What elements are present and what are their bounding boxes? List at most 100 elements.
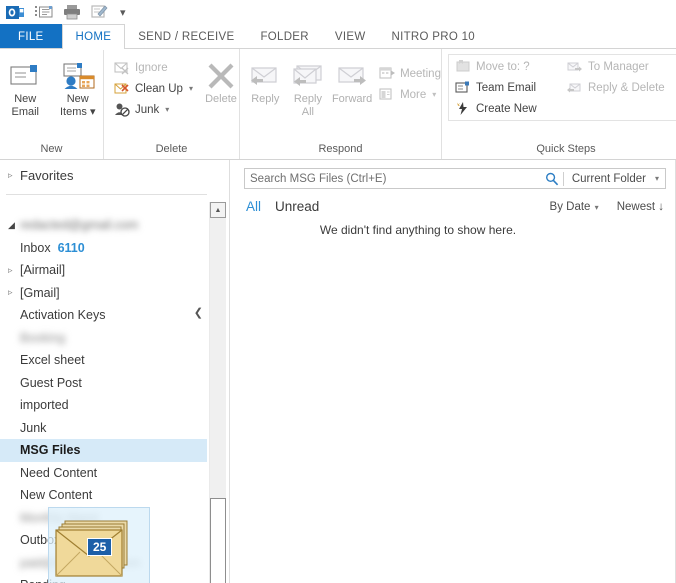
folder-imported[interactable]: imported [0,394,207,417]
ignore-button[interactable]: Ignore [110,57,193,78]
quick-step-move-to-label: Move to: ? [476,60,530,73]
navigation-pane: ▹ Favorites ❮ ◢ redacted@gmail.com Inbox… [0,160,230,583]
sort-order-toggle[interactable]: Newest ↓ [617,201,664,213]
quick-step-create-new[interactable]: Create New [451,98,563,119]
reply-delete-icon [566,79,583,96]
meeting-button[interactable]: Meeting [375,63,441,84]
ignore-icon [113,59,130,76]
folder-blurred-2[interactable]: Monthly Mgmt [0,507,207,530]
folder-msg-files[interactable]: MSG Files [0,439,207,462]
quick-access-toolbar: ▾ [0,0,676,24]
folder-blurred-2-label: Monthly Mgmt [20,510,99,525]
more-button[interactable]: More ▾ [375,84,441,105]
ribbon-group-quick-steps: Move to: ? Team Email Create New To Mana… [441,49,676,159]
search-scope-label: Current Folder [571,172,646,185]
new-items-icon [60,59,96,93]
nav-pane-scrollbar[interactable]: ▲ [209,202,226,583]
folder-outbox[interactable]: Outbox [0,529,207,552]
to-manager-icon [566,58,583,75]
junk-button[interactable]: Junk ▾ [110,99,193,120]
send-receive-icon[interactable] [34,3,53,22]
folder-blurred-3[interactable]: paid@subscriber.com [0,552,207,575]
folder-need-content[interactable]: Need Content [0,462,207,485]
tab-folder[interactable]: FOLDER [247,24,321,49]
outlook-logo-icon[interactable] [6,3,25,22]
ribbon-group-new: New Email New Items ▾ New [0,49,103,159]
quick-step-team-email[interactable]: Team Email [451,77,563,98]
chevron-right-icon[interactable]: ▹ [8,287,20,298]
chevron-right-icon[interactable]: ▹ [8,170,20,181]
junk-label: Junk [135,103,160,116]
more-label: More [400,88,427,101]
search-bar[interactable]: Current Folder ▾ [244,168,666,189]
scrollbar-thumb[interactable] [210,498,226,583]
chevron-expanded-icon[interactable]: ◢ [8,220,20,231]
folder-excel-sheet-label: Excel sheet [20,353,85,368]
folder-account-root[interactable]: ◢ redacted@gmail.com [0,214,207,237]
delete-x-icon [205,59,237,93]
folder-excel-sheet[interactable]: Excel sheet [0,349,207,372]
clean-up-icon [113,80,130,97]
search-icon[interactable] [541,172,563,186]
print-icon[interactable] [62,3,81,22]
folder-pending-label: Pending [20,578,66,583]
tab-file[interactable]: FILE [0,24,62,49]
sort-order-label: Newest [616,200,656,213]
ribbon-group-respond-label: Respond [318,143,363,155]
new-items-button[interactable]: New Items ▾ [53,55,104,119]
move-to-icon [454,58,471,75]
reply-label: Reply [251,93,280,105]
search-scope-dropdown[interactable]: Current Folder ▾ [564,173,665,185]
new-email-button[interactable]: New Email [0,55,51,119]
delete-button[interactable]: Delete [203,55,239,106]
customize-qat-icon[interactable]: ▾ [120,6,126,19]
chevron-down-icon: ▾ [654,174,659,183]
more-icon [378,86,395,103]
junk-icon [113,101,130,118]
folder-pending[interactable]: Pending [0,574,207,583]
reply-all-button[interactable]: Reply All [287,55,330,119]
quick-step-reply-delete[interactable]: Reply & Delete [563,77,676,98]
forward-button[interactable]: Forward [329,55,375,106]
folder-junk[interactable]: Junk [0,417,207,440]
chevron-down-icon: ▾ [188,84,193,93]
search-input[interactable] [245,171,541,186]
meeting-icon [378,65,395,82]
folder-gmail[interactable]: ▹ [Gmail] [0,282,207,305]
chevron-right-icon[interactable]: ▹ [8,265,20,276]
tab-home[interactable]: HOME [61,24,126,50]
quick-step-to-manager[interactable]: To Manager [563,56,676,77]
tab-send-receive[interactable]: SEND / RECEIVE [125,24,247,49]
folder-new-content[interactable]: New Content [0,484,207,507]
filter-unread[interactable]: Unread [275,199,319,214]
folder-guest-post-label: Guest Post [20,375,82,390]
tab-nitro-pro[interactable]: NITRO PRO 10 [378,24,487,49]
tab-view[interactable]: VIEW [322,24,379,49]
arrow-down-icon: ↓ [658,200,664,213]
sort-by-dropdown[interactable]: By Date ▾ [550,201,599,213]
folder-guest-post[interactable]: Guest Post [0,372,207,395]
favorites-header[interactable]: ▹ Favorites [0,160,229,190]
folder-inbox[interactable]: Inbox 6110 [0,237,207,260]
folder-airmail[interactable]: ▹ [Airmail] [0,259,207,282]
quick-step-move-to[interactable]: Move to: ? [451,56,563,77]
folder-inbox-label: Inbox [20,240,51,255]
clean-up-button[interactable]: Clean Up ▾ [110,78,193,99]
folder-outbox-label: Outbox [20,533,61,548]
ribbon-tabs: FILE HOME SEND / RECEIVE FOLDER VIEW NIT… [0,24,676,50]
empty-state-message: We didn't find anything to show here. [319,223,517,237]
favorites-label: Favorites [20,167,74,183]
reply-button[interactable]: Reply [244,55,287,106]
create-new-icon [454,100,471,117]
quick-step-to-manager-label: To Manager [588,60,649,73]
scroll-up-icon[interactable]: ▲ [210,202,226,218]
reply-icon [248,59,282,93]
filter-all[interactable]: All [246,199,261,214]
new-email-label-2: Email [11,106,39,118]
undo-icon[interactable] [90,3,109,22]
folder-msg-files-label: MSG Files [20,443,81,458]
quick-step-team-email-label: Team Email [476,81,537,94]
folder-activation-keys[interactable]: Activation Keys [0,304,207,327]
folder-blurred-1-label: Booking [20,330,66,345]
folder-blurred-1[interactable]: Booking [0,327,207,350]
